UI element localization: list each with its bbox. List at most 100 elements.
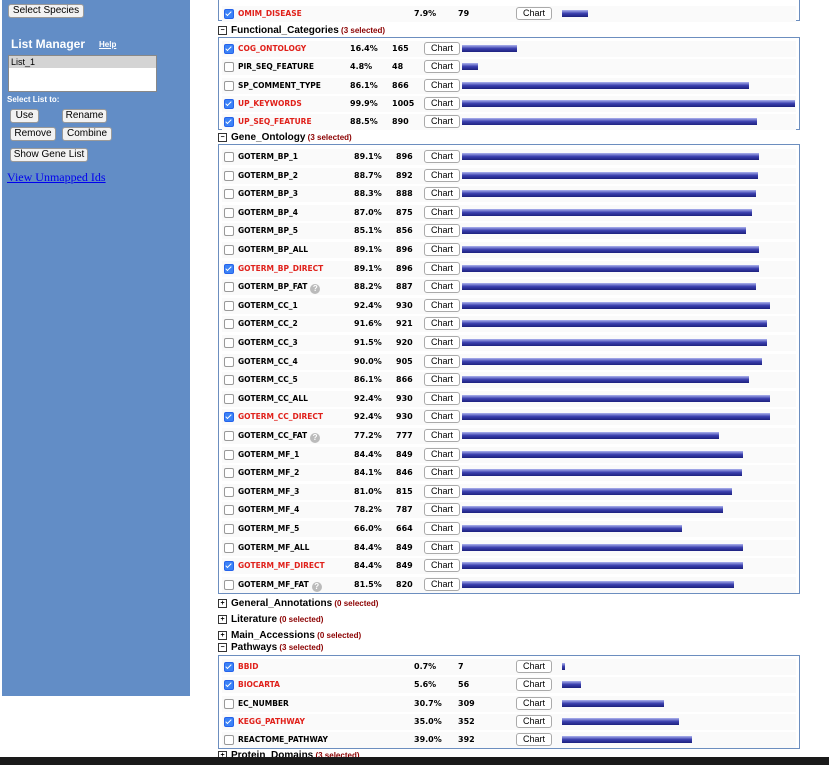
category-name[interactable]: REACTOME_PATHWAY: [238, 735, 328, 744]
category-checkbox[interactable]: [224, 717, 234, 727]
chart-button[interactable]: Chart: [424, 317, 460, 330]
section-header-literature[interactable]: + Literature (0 selected): [218, 614, 323, 625]
chart-button[interactable]: Chart: [516, 697, 552, 710]
help-icon[interactable]: ?: [310, 284, 321, 294]
category-name[interactable]: SP_COMMENT_TYPE: [238, 81, 321, 90]
chart-button[interactable]: Chart: [424, 485, 460, 498]
category-name[interactable]: BBID: [238, 662, 258, 671]
category-checkbox[interactable]: [224, 543, 234, 553]
chart-button[interactable]: Chart: [424, 206, 460, 219]
category-name[interactable]: GOTERM_MF_FAT?: [238, 580, 322, 592]
category-name[interactable]: GOTERM_MF_4: [238, 505, 299, 514]
category-checkbox[interactable]: [224, 152, 234, 162]
chart-button[interactable]: Chart: [424, 60, 460, 73]
category-name[interactable]: GOTERM_MF_2: [238, 468, 299, 477]
category-checkbox[interactable]: [224, 81, 234, 91]
category-checkbox[interactable]: [224, 245, 234, 255]
category-name[interactable]: GOTERM_CC_4: [238, 357, 298, 366]
chart-button[interactable]: Chart: [424, 503, 460, 516]
section-header-pathways[interactable]: − Pathways (3 selected): [218, 642, 323, 653]
category-name[interactable]: GOTERM_MF_1: [238, 450, 299, 459]
category-checkbox[interactable]: [224, 735, 234, 745]
chart-button[interactable]: Chart: [424, 42, 460, 55]
category-name[interactable]: GOTERM_CC_2: [238, 319, 298, 328]
category-name[interactable]: GOTERM_CC_3: [238, 338, 298, 347]
collapse-icon[interactable]: −: [218, 26, 227, 35]
category-checkbox[interactable]: [224, 264, 234, 274]
help-icon[interactable]: ?: [310, 433, 321, 443]
chart-button[interactable]: Chart: [424, 373, 460, 386]
category-name[interactable]: GOTERM_BP_3: [238, 189, 298, 198]
collapse-icon[interactable]: −: [218, 643, 227, 652]
category-checkbox[interactable]: [224, 357, 234, 367]
category-checkbox[interactable]: [224, 319, 234, 329]
chart-button[interactable]: Chart: [424, 559, 460, 572]
category-name[interactable]: GOTERM_BP_DIRECT: [238, 264, 323, 273]
chart-button[interactable]: Chart: [424, 169, 460, 182]
category-checkbox[interactable]: [224, 524, 234, 534]
category-name[interactable]: EC_NUMBER: [238, 699, 289, 708]
category-name[interactable]: GOTERM_CC_5: [238, 375, 298, 384]
chart-button[interactable]: Chart: [424, 187, 460, 200]
category-name[interactable]: BIOCARTA: [238, 680, 280, 689]
category-name[interactable]: GOTERM_BP_FAT?: [238, 282, 321, 294]
chart-button[interactable]: Chart: [424, 429, 460, 442]
category-name[interactable]: GOTERM_MF_5: [238, 524, 299, 533]
category-checkbox[interactable]: [224, 282, 234, 292]
category-checkbox[interactable]: [224, 394, 234, 404]
category-name[interactable]: GOTERM_CC_1: [238, 301, 298, 310]
chart-button[interactable]: Chart: [516, 7, 552, 20]
chart-button[interactable]: Chart: [424, 392, 460, 405]
category-checkbox[interactable]: [224, 487, 234, 497]
category-name[interactable]: COG_ONTOLOGY: [238, 44, 306, 53]
expand-icon[interactable]: +: [218, 631, 227, 640]
category-checkbox[interactable]: [224, 699, 234, 709]
category-checkbox[interactable]: [224, 580, 234, 590]
category-checkbox[interactable]: [224, 44, 234, 54]
chart-button[interactable]: Chart: [516, 733, 552, 746]
chart-button[interactable]: Chart: [516, 678, 552, 691]
category-checkbox[interactable]: [224, 505, 234, 515]
category-name[interactable]: GOTERM_CC_FAT?: [238, 431, 321, 443]
category-checkbox[interactable]: [224, 450, 234, 460]
category-checkbox[interactable]: [224, 412, 234, 422]
category-checkbox[interactable]: [224, 662, 234, 672]
category-name[interactable]: GOTERM_BP_4: [238, 208, 298, 217]
chart-button[interactable]: Chart: [424, 115, 460, 128]
category-checkbox[interactable]: [224, 226, 234, 236]
section-header-main_accessions[interactable]: + Main_Accessions (0 selected): [218, 630, 361, 641]
category-checkbox[interactable]: [224, 117, 234, 127]
expand-icon[interactable]: +: [218, 599, 227, 608]
category-name[interactable]: GOTERM_CC_DIRECT: [238, 412, 323, 421]
help-icon[interactable]: ?: [311, 582, 322, 592]
chart-button[interactable]: Chart: [424, 336, 460, 349]
collapse-icon[interactable]: −: [218, 133, 227, 142]
chart-button[interactable]: Chart: [516, 660, 552, 673]
chart-button[interactable]: Chart: [424, 79, 460, 92]
category-checkbox[interactable]: [224, 171, 234, 181]
chart-button[interactable]: Chart: [424, 410, 460, 423]
category-checkbox[interactable]: [224, 338, 234, 348]
category-name[interactable]: GOTERM_CC_ALL: [238, 394, 308, 403]
category-name[interactable]: GOTERM_BP_5: [238, 226, 298, 235]
category-name[interactable]: GOTERM_BP_1: [238, 152, 298, 161]
category-checkbox[interactable]: [224, 431, 234, 441]
chart-button[interactable]: Chart: [424, 466, 460, 479]
chart-button[interactable]: Chart: [424, 243, 460, 256]
category-checkbox[interactable]: [224, 9, 234, 19]
category-name[interactable]: GOTERM_MF_DIRECT: [238, 561, 325, 570]
category-checkbox[interactable]: [224, 189, 234, 199]
chart-button[interactable]: Chart: [424, 355, 460, 368]
chart-button[interactable]: Chart: [424, 280, 460, 293]
category-name[interactable]: GOTERM_MF_3: [238, 487, 299, 496]
category-name[interactable]: KEGG_PATHWAY: [238, 717, 305, 726]
category-checkbox[interactable]: [224, 301, 234, 311]
category-name[interactable]: GOTERM_BP_ALL: [238, 245, 308, 254]
chart-button[interactable]: Chart: [424, 224, 460, 237]
expand-icon[interactable]: +: [218, 615, 227, 624]
chart-button[interactable]: Chart: [424, 522, 460, 535]
category-checkbox[interactable]: [224, 208, 234, 218]
chart-button[interactable]: Chart: [424, 578, 460, 591]
section-header-general_annotations[interactable]: + General_Annotations (0 selected): [218, 598, 378, 609]
category-checkbox[interactable]: [224, 62, 234, 72]
